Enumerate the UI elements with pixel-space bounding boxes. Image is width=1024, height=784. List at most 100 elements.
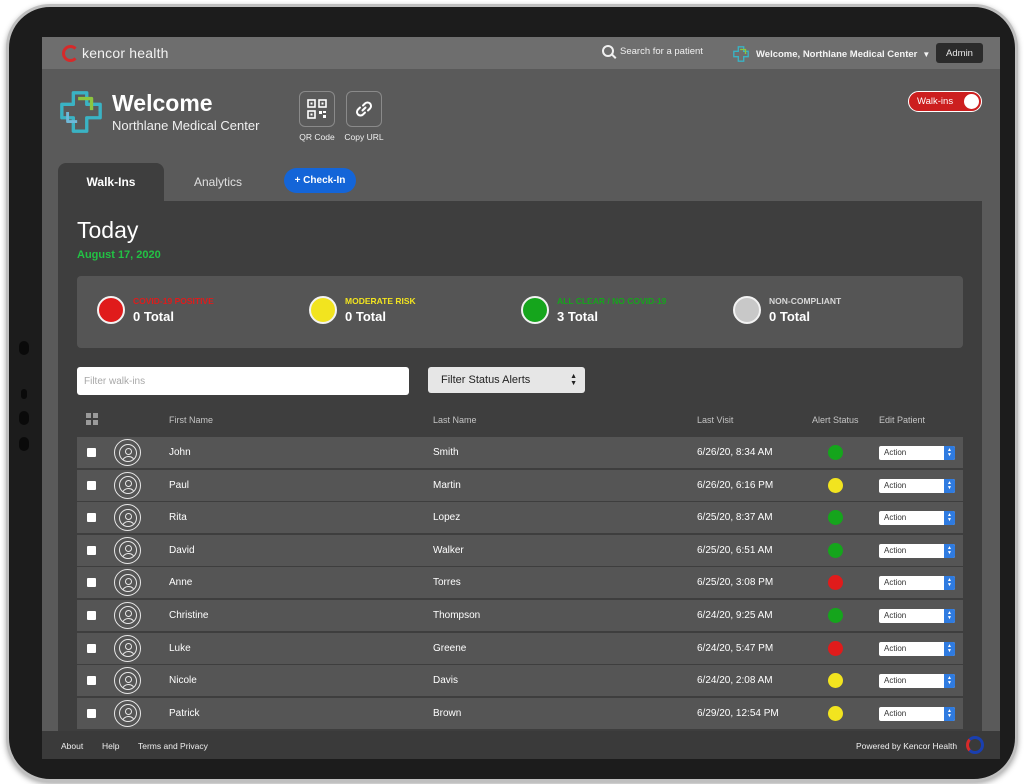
avatar bbox=[114, 504, 141, 532]
user-icon bbox=[118, 671, 137, 690]
table-row[interactable]: Anne Torres 6/25/20, 3:08 PM Action ▲ ▼ bbox=[77, 567, 963, 599]
table-row[interactable]: Nicole Davis 6/24/20, 2:08 AM Action ▲ ▼ bbox=[77, 665, 963, 697]
row-checkbox[interactable] bbox=[87, 676, 96, 686]
row-checkbox[interactable] bbox=[87, 578, 96, 588]
action-select[interactable]: Action ▲ ▼ bbox=[879, 478, 955, 493]
table-row[interactable]: Paul Martin 6/26/20, 6:16 PM Action ▲ ▼ bbox=[77, 469, 963, 501]
status-dot bbox=[733, 296, 761, 324]
side-button bbox=[19, 341, 29, 355]
first-name: Patrick bbox=[169, 707, 200, 719]
tab-walk-ins[interactable]: Walk-Ins bbox=[58, 163, 164, 201]
walk-ins-toggle-label: Walk-ins bbox=[917, 96, 954, 107]
action-select[interactable]: Action ▲ ▼ bbox=[879, 608, 955, 623]
row-checkbox[interactable] bbox=[87, 708, 96, 718]
select-arrows-icon: ▲ ▼ bbox=[570, 373, 577, 387]
alert-status-dot bbox=[828, 542, 843, 558]
today-date: August 17, 2020 bbox=[77, 249, 161, 261]
user-icon bbox=[118, 639, 137, 658]
table-row[interactable]: Patrick Brown 6/29/20, 12:54 PM Action ▲ ▼ bbox=[77, 697, 963, 729]
qr-code-button[interactable]: QR Code bbox=[297, 91, 337, 142]
stat-total: 0 Total bbox=[345, 309, 386, 324]
action-select[interactable]: Action ▲ ▼ bbox=[879, 674, 955, 689]
kencor-logo-icon bbox=[62, 44, 79, 62]
avatar bbox=[114, 536, 141, 564]
walk-ins-toggle[interactable]: Walk-ins bbox=[908, 91, 982, 112]
footer-help-link[interactable]: Help bbox=[102, 741, 119, 751]
alert-status-dot bbox=[828, 510, 843, 526]
chevron-down-icon: ▼ bbox=[922, 49, 931, 59]
check-in-button[interactable]: + Check-In bbox=[284, 168, 356, 193]
select-arrows-icon: ▲ ▼ bbox=[944, 543, 955, 558]
alert-status-dot bbox=[828, 705, 843, 721]
top-bar: kencor health Search for a patient Welco… bbox=[42, 37, 1000, 69]
action-select[interactable]: Action ▲ ▼ bbox=[879, 576, 955, 591]
first-name: Nicole bbox=[169, 675, 197, 687]
search-icon bbox=[602, 45, 614, 57]
first-name: Luke bbox=[169, 642, 191, 654]
filter-status-label: Filter Status Alerts bbox=[441, 374, 531, 386]
last-name: Smith bbox=[433, 447, 459, 458]
last-visit: 6/24/20, 2:08 AM bbox=[697, 675, 773, 687]
last-name: Davis bbox=[433, 675, 459, 687]
last-visit: 6/25/20, 3:08 PM bbox=[697, 577, 774, 589]
user-icon bbox=[118, 508, 137, 527]
status-dot bbox=[521, 296, 549, 324]
link-icon bbox=[355, 101, 373, 117]
column-header-alert-status[interactable]: Alert Status bbox=[812, 415, 859, 425]
last-name: Torres bbox=[433, 577, 461, 589]
table-row[interactable]: John Smith 6/26/20, 8:34 AM Action ▲ ▼ bbox=[77, 437, 963, 468]
row-checkbox[interactable] bbox=[87, 480, 96, 490]
column-header-last-visit[interactable]: Last Visit bbox=[697, 415, 733, 425]
powered-by: Powered by Kencor Health bbox=[856, 741, 958, 751]
action-select[interactable]: Action ▲ ▼ bbox=[879, 446, 955, 460]
avatar bbox=[114, 569, 141, 597]
row-checkbox[interactable] bbox=[87, 448, 96, 457]
first-name: Paul bbox=[169, 479, 190, 491]
stat-non-compliant[interactable]: NON-COMPLIANT 0 Total bbox=[733, 296, 841, 324]
stat-label: ALL CLEAR / NO COVID-19 bbox=[557, 296, 667, 306]
alert-status-dot bbox=[828, 607, 843, 623]
row-checkbox[interactable] bbox=[87, 545, 96, 555]
filter-status-select[interactable]: Filter Status Alerts ▲ ▼ bbox=[428, 367, 585, 393]
row-checkbox[interactable] bbox=[87, 610, 96, 620]
search-patient[interactable]: Search for a patient bbox=[602, 45, 703, 57]
admin-button[interactable]: Admin bbox=[936, 43, 983, 63]
stat-label: NON-COMPLIANT bbox=[769, 296, 842, 306]
stat-all-clear[interactable]: ALL CLEAR / NO COVID-19 3 Total bbox=[521, 296, 666, 324]
last-visit: 6/25/20, 8:37 AM bbox=[697, 512, 773, 524]
account-menu[interactable]: Welcome, Northlane Medical Center ▼ bbox=[732, 45, 930, 63]
filter-walk-ins-input[interactable] bbox=[77, 367, 409, 395]
table-row[interactable]: David Walker 6/25/20, 6:51 AM Action ▲ ▼ bbox=[77, 534, 963, 566]
table-row[interactable]: Christine Thompson 6/24/20, 9:25 AM Action ▲… bbox=[77, 599, 963, 631]
table-row[interactable]: Rita Lopez 6/25/20, 8:37 AM Action ▲ ▼ bbox=[77, 502, 963, 534]
copy-url-button[interactable]: Copy URL bbox=[344, 91, 384, 142]
table-row[interactable]: Luke Greene 6/24/20, 5:47 PM Action ▲ ▼ bbox=[77, 632, 963, 664]
action-select[interactable]: Action ▲ ▼ bbox=[879, 543, 955, 558]
footer-terms-link[interactable]: Terms and Privacy bbox=[138, 741, 208, 751]
action-select[interactable]: Action ▲ ▼ bbox=[879, 511, 955, 526]
select-arrows-icon: ▲ ▼ bbox=[944, 608, 955, 623]
kencor-logo[interactable]: kencor health bbox=[62, 44, 169, 62]
column-header-first-name[interactable]: First Name bbox=[169, 415, 213, 425]
grid-view-icon[interactable] bbox=[86, 413, 98, 425]
stat-moderate-risk[interactable]: MODERATE RISK 0 Total bbox=[309, 296, 416, 324]
last-name: Lopez bbox=[433, 512, 461, 524]
stat-total: 0 Total bbox=[769, 309, 810, 324]
action-select[interactable]: Action ▲ ▼ bbox=[879, 706, 955, 721]
row-checkbox[interactable] bbox=[87, 513, 96, 523]
stat-covid-positive[interactable]: COVID-19 POSITIVE 0 Total bbox=[97, 296, 214, 324]
first-name: Anne bbox=[169, 577, 193, 589]
last-visit: 6/24/20, 5:47 PM bbox=[697, 642, 774, 654]
tab-analytics[interactable]: Analytics bbox=[168, 163, 268, 201]
qr-code-icon bbox=[307, 99, 327, 119]
footer-about-link[interactable]: About bbox=[61, 741, 83, 751]
stat-label: COVID-19 POSITIVE bbox=[133, 296, 214, 306]
column-header-last-name[interactable]: Last Name bbox=[433, 415, 477, 425]
footer: About Help Terms and Privacy Powered by … bbox=[42, 731, 1000, 759]
user-icon bbox=[118, 606, 137, 625]
alert-status-dot bbox=[828, 445, 843, 460]
row-checkbox[interactable] bbox=[87, 643, 96, 653]
stat-total: 3 Total bbox=[557, 309, 598, 324]
side-button bbox=[19, 411, 29, 425]
action-select[interactable]: Action ▲ ▼ bbox=[879, 641, 955, 656]
